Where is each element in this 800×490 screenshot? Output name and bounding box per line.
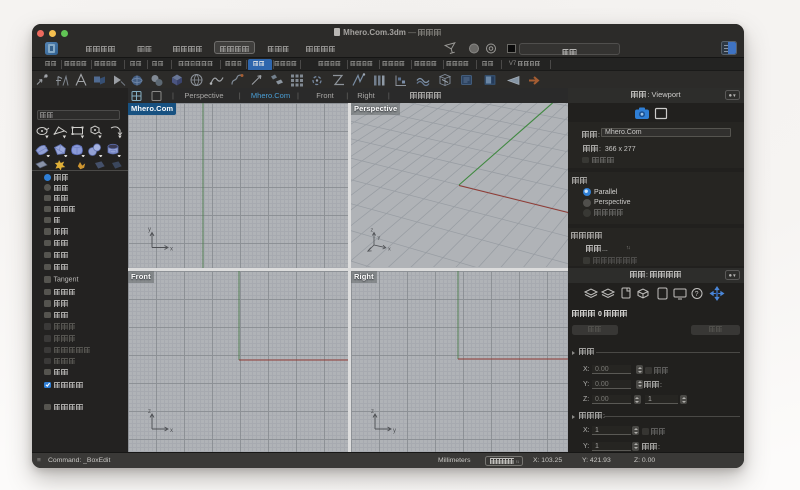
svg-text:y: y: [148, 227, 151, 233]
svg-text:y: y: [378, 235, 381, 241]
svg-text:x: x: [170, 247, 173, 253]
svg-text:x: x: [388, 247, 391, 253]
svg-text:y: y: [393, 428, 396, 434]
svg-text:z: z: [371, 228, 374, 234]
svg-text:?: ?: [695, 291, 699, 298]
svg-text:x: x: [170, 428, 173, 434]
svg-text:z: z: [148, 409, 151, 415]
svg-text:z: z: [371, 409, 374, 415]
